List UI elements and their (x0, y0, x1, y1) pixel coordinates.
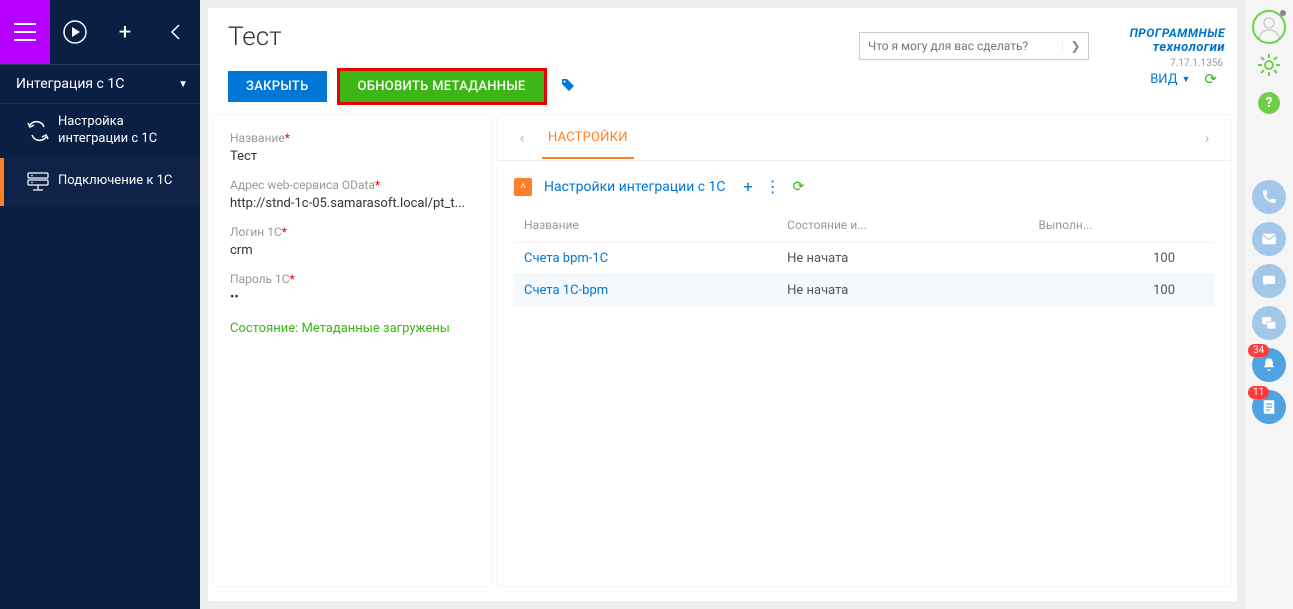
chat-bubble[interactable] (1252, 264, 1286, 298)
col-done[interactable]: Выполн... (1028, 210, 1215, 243)
help-icon[interactable]: ? (1258, 92, 1280, 114)
row-name-link[interactable]: Счета 1C-bpm (524, 283, 608, 298)
bell-badge: 34 (1248, 344, 1269, 357)
view-dropdown[interactable]: ВИД ▼ (1150, 72, 1190, 87)
section-collapse-button[interactable]: ˄ (514, 178, 532, 196)
row-done: 100 (1153, 283, 1175, 298)
bell-bubble[interactable]: 34 (1252, 348, 1286, 382)
field-value-name[interactable]: Тест (230, 145, 476, 172)
sidebar-section-label: Интеграция с 1С (16, 76, 124, 92)
field-value-odata[interactable]: http://stnd-1c-05.samarasoft.local/pt_t.… (230, 192, 476, 219)
col-state[interactable]: Состояние и... (777, 210, 1028, 243)
command-search-go[interactable]: ❯ (1062, 39, 1088, 53)
settings-gear-icon[interactable] (1256, 52, 1282, 84)
caret-down-icon: ▼ (1182, 74, 1191, 85)
notes-bubble[interactable]: 11 (1252, 390, 1286, 424)
tag-icon[interactable] (561, 78, 575, 96)
status-line: Состояние: Метаданные загружены (230, 321, 476, 336)
sidebar-item-label: Подключение к 1С (58, 173, 172, 190)
server-icon (18, 168, 58, 196)
tab-settings[interactable]: НАСТРОЙКИ (542, 116, 634, 159)
sidebar-item-integration-settings[interactable]: Настройка интеграции с 1С (0, 104, 200, 158)
notes-badge: 11 (1248, 386, 1269, 399)
detail-panel: ‹ НАСТРОЙКИ › ˄ Настройки интеграции с 1… (498, 115, 1231, 586)
table-row[interactable]: Счета bpm-1C Не начата 100 (514, 243, 1215, 275)
profile-avatar[interactable] (1252, 10, 1286, 44)
back-button[interactable] (150, 0, 200, 64)
field-value-password[interactable]: •• (230, 286, 476, 313)
detail-add-button[interactable]: + (744, 177, 753, 196)
sync-icon (18, 117, 58, 145)
close-button[interactable]: ЗАКРЫТЬ (228, 71, 327, 102)
mail-bubble[interactable] (1252, 222, 1286, 256)
field-label-password: Пароль 1С* (230, 272, 476, 286)
field-value-login[interactable]: crm (230, 239, 476, 266)
caret-down-icon: ▼ (178, 79, 188, 90)
detail-actions-menu[interactable]: ⋮ (765, 177, 781, 196)
update-metadata-button[interactable]: ОБНОВИТЬ МЕТАДАННЫЕ (340, 71, 544, 102)
record-form-panel: Название* Тест Адрес web-сервиса OData* … (214, 115, 492, 586)
refresh-icon[interactable]: ⟳ (1204, 70, 1217, 88)
col-name[interactable]: Название (514, 210, 777, 243)
run-process-button[interactable] (50, 0, 100, 64)
sidebar-section-header[interactable]: Интеграция с 1С ▼ (0, 64, 200, 104)
sidebar-item-connection[interactable]: Подключение к 1С (0, 158, 200, 206)
row-name-link[interactable]: Счета bpm-1C (524, 251, 608, 266)
vendor-logo: ПРОГРАММНЫЕ технологии (1097, 26, 1225, 55)
highlight-frame: ОБНОВИТЬ МЕТАДАННЫЕ (337, 68, 547, 105)
table-row[interactable]: Счета 1C-bpm Не начата 100 (514, 275, 1215, 307)
view-label: ВИД (1150, 72, 1177, 87)
detail-refresh-button[interactable]: ⟳ (793, 179, 805, 195)
sidebar-item-label: Настройка интеграции с 1С (58, 114, 190, 148)
row-state: Не начата (787, 283, 848, 298)
tabs-scroll-right[interactable]: › (1197, 128, 1217, 147)
command-search-input[interactable] (860, 39, 1062, 53)
section-title-link[interactable]: Настройки интеграции с 1С (544, 179, 726, 195)
tabs-scroll-left[interactable]: ‹ (512, 128, 532, 147)
field-label-odata: Адрес web-сервиса OData* (230, 178, 476, 192)
phone-bubble[interactable] (1252, 180, 1286, 214)
feed-bubble[interactable] (1252, 306, 1286, 340)
add-button[interactable]: + (100, 0, 150, 64)
status-dot-icon (1280, 10, 1286, 16)
logo-line1: ПРОГРАММНЫЕ (1097, 26, 1225, 40)
field-label-name: Название* (230, 131, 476, 145)
hamburger-menu-button[interactable] (0, 0, 50, 64)
row-done: 100 (1153, 251, 1175, 266)
field-label-login: Логин 1С* (230, 225, 476, 239)
row-state: Не начата (787, 251, 848, 266)
